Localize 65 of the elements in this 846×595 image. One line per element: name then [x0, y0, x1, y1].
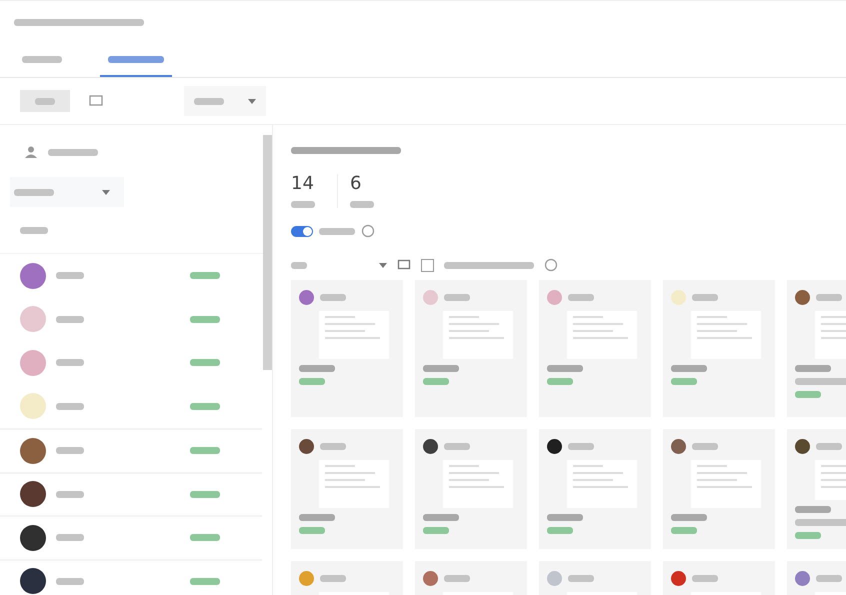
person-icon	[24, 145, 38, 159]
blurred-name	[816, 575, 842, 582]
stat-value: 14	[291, 174, 315, 194]
blurred-name	[568, 294, 594, 301]
toggle-switch[interactable]	[291, 226, 313, 236]
blurred-text	[20, 226, 48, 234]
blurred-status	[671, 527, 697, 534]
blurred-status	[547, 378, 573, 385]
blurred-text	[795, 365, 831, 372]
blurred-text	[319, 228, 355, 234]
blurred-text	[291, 201, 315, 208]
blurred-text	[671, 514, 707, 521]
blurred-status	[299, 378, 325, 385]
blurred-text	[795, 378, 846, 385]
blurred-name	[444, 294, 470, 301]
checkbox[interactable]	[421, 258, 434, 272]
work-preview	[319, 311, 389, 359]
blurred-text	[299, 365, 335, 372]
work-preview	[691, 460, 761, 508]
blurred-text	[299, 514, 335, 521]
work-preview	[567, 460, 637, 508]
blurred-name	[320, 443, 346, 450]
blurred-name	[568, 443, 594, 450]
blurred-text	[795, 519, 846, 526]
blurred-text	[795, 506, 831, 513]
caret-icon	[379, 262, 387, 268]
help-icon[interactable]	[361, 224, 375, 238]
work-preview	[319, 460, 389, 508]
caret-icon	[102, 190, 110, 194]
blurred-text	[48, 148, 98, 156]
blurred-name	[816, 294, 842, 301]
blurred-text	[547, 365, 583, 372]
scrollbar[interactable]	[263, 135, 272, 370]
dropdown[interactable]	[291, 262, 387, 268]
caret-icon	[248, 98, 256, 104]
blurred-text	[350, 201, 374, 208]
blurred-status	[671, 378, 697, 385]
blurred-text	[671, 365, 707, 372]
blurred-name	[444, 575, 470, 582]
work-preview	[691, 311, 761, 359]
screen-icon[interactable]	[397, 258, 411, 272]
blurred-name	[692, 575, 718, 582]
blurred-name	[320, 575, 346, 582]
work-preview	[443, 460, 513, 508]
blurred-text	[423, 365, 459, 372]
blurred-status	[795, 532, 821, 539]
blurred-name	[816, 443, 842, 450]
blurred-name	[692, 443, 718, 450]
blurred-name	[444, 443, 470, 450]
blurred-status	[795, 391, 821, 398]
stat-value: 6	[350, 174, 362, 194]
toolbar-button[interactable]	[20, 90, 70, 112]
blurred-name	[320, 294, 346, 301]
blurred-status	[547, 527, 573, 534]
blurred-status	[423, 527, 449, 534]
help-icon[interactable]	[544, 258, 558, 272]
blurred-status	[299, 527, 325, 534]
blurred-text	[423, 514, 459, 521]
blurred-status	[423, 378, 449, 385]
work-preview	[443, 311, 513, 359]
blurred-name	[568, 575, 594, 582]
blurred-text	[547, 514, 583, 521]
blurred-name	[692, 294, 718, 301]
work-preview	[567, 311, 637, 359]
student-row[interactable]	[0, 558, 262, 595]
